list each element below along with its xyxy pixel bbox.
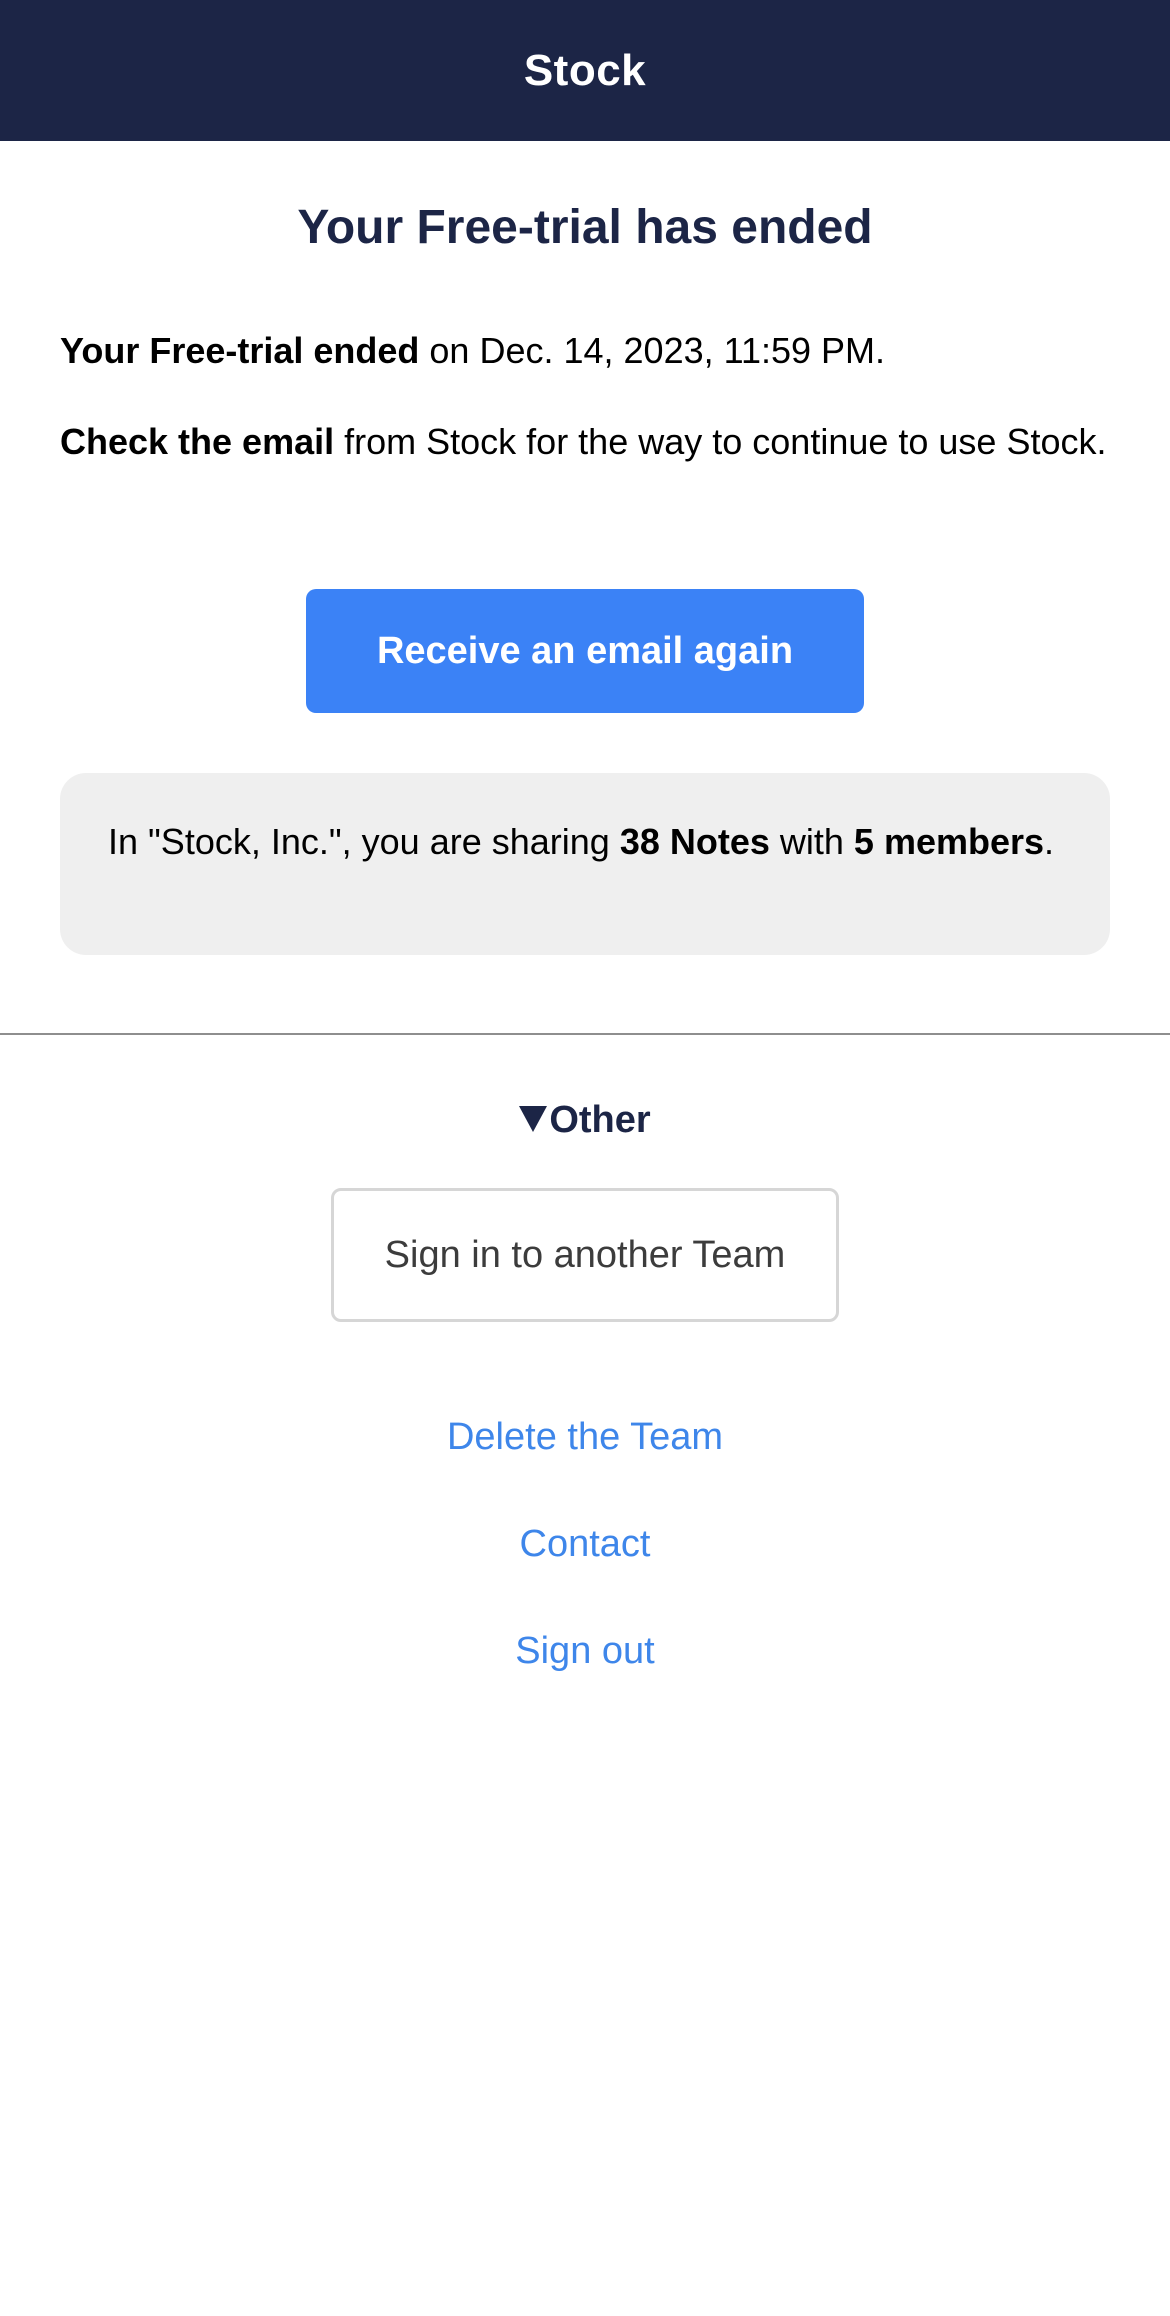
section-divider xyxy=(0,1033,1170,1035)
sign-out-link[interactable]: Sign out xyxy=(0,1626,1170,1676)
members-count: 5 members xyxy=(853,821,1045,862)
sharing-middle: with xyxy=(769,821,854,862)
trial-ended-text: Your Free-trial ended on Dec. 14, 2023, … xyxy=(60,329,1110,372)
sharing-prefix: In "Stock, Inc.", you are sharing xyxy=(108,821,620,862)
header-title: Stock xyxy=(523,45,647,95)
check-email-bold: Check the email xyxy=(60,421,335,462)
contact-link[interactable]: Contact xyxy=(0,1519,1170,1569)
sign-in-another-team-button[interactable]: Sign in to another Team xyxy=(331,1188,839,1322)
sharing-info-box: In "Stock, Inc.", you are sharing 38 Not… xyxy=(60,773,1110,955)
free-trial-ended-screen: Stock Your Free-trial has ended Your Fre… xyxy=(0,0,1170,2316)
other-section-toggle[interactable]: Other xyxy=(0,1092,1170,1148)
triangle-down-icon xyxy=(519,1105,548,1132)
check-email-rest: from Stock for the way to continue to us… xyxy=(334,421,1107,462)
sharing-suffix: . xyxy=(1044,821,1055,862)
receive-email-again-button[interactable]: Receive an email again xyxy=(306,589,864,713)
other-toggle-label: Other xyxy=(549,1099,651,1141)
app-header: Stock xyxy=(0,0,1170,141)
trial-ended-bold: Your Free-trial ended xyxy=(60,330,420,371)
notes-count: 38 Notes xyxy=(619,821,770,862)
page-title: Your Free-trial has ended xyxy=(297,201,873,254)
delete-team-link[interactable]: Delete the Team xyxy=(0,1412,1170,1462)
check-email-text: Check the email from Stock for the way t… xyxy=(60,420,1110,463)
trial-ended-date: on Dec. 14, 2023, 11:59 PM. xyxy=(419,330,886,371)
